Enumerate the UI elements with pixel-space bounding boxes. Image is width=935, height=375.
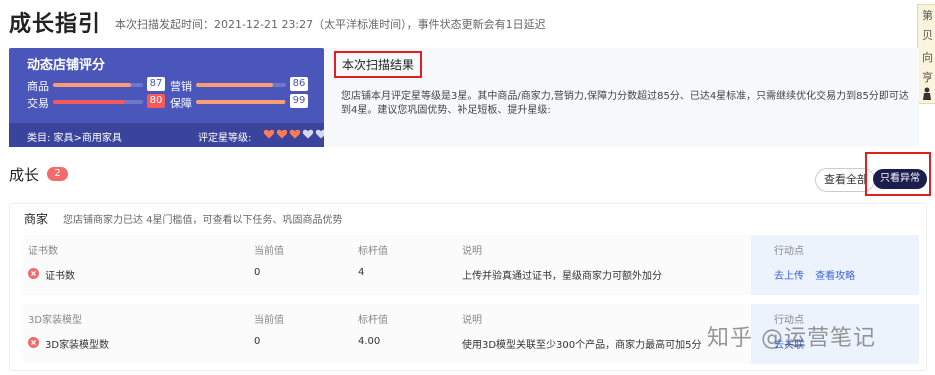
scan-result-text: 您店铺本月评定星等级是3星。其中商品/商家力,营销力,保障力分数超过85分、已达…: [341, 91, 909, 116]
scan-info-text: 本次扫描发起时间：2021-12-21 23:27（太平洋标准时间），事件状态更…: [115, 18, 546, 31]
current-value: 0: [254, 267, 261, 278]
metric-bar-fill: [53, 100, 125, 104]
metric-bar-fill: [196, 83, 274, 87]
metric-bar: [53, 100, 143, 104]
score-card-title: 动态店铺评分: [27, 58, 106, 73]
metric-value: 86: [290, 77, 308, 91]
task-table-certificates: 证书数 当前值 标杆值 说明 行动点 证书数 0 4 上传并验真通过证书，星级商…: [23, 235, 919, 295]
person-icon: [922, 87, 932, 104]
metric-value: 80: [147, 94, 165, 108]
column-header-action: 行动点: [774, 246, 804, 257]
dynamic-store-score-card: 动态店铺评分 商品 87 营销 86 交易 80 保障 99 类目: 家具>商用…: [9, 48, 327, 147]
growth-title: 成长: [9, 166, 40, 184]
growth-count-badge: 2: [47, 167, 68, 181]
task-name: 3D家装模型数: [45, 340, 110, 351]
section-title: 商家: [24, 212, 49, 226]
growth-header: 成长 2 查看全部: [0, 160, 935, 192]
metric-bar-fill: [53, 83, 132, 87]
column-header-current: 当前值: [254, 246, 284, 257]
category-text: 类目: 家具>商用家具: [27, 133, 122, 144]
metric-label: 营销: [170, 80, 192, 93]
metric-value: 87: [147, 77, 165, 91]
column-header-description: 说明: [462, 246, 482, 257]
metric-bar-fill: [196, 100, 286, 104]
action-links: 去关联: [774, 336, 812, 351]
side-panel-text-3: 向: [922, 51, 933, 64]
column-header-task: 3D家装模型: [28, 315, 83, 326]
score-card-footer: 类目: 家具>商用家具 评定星等级:: [9, 123, 327, 147]
page-title: 成长指引: [9, 12, 102, 37]
benchmark-value: 4.00: [358, 336, 381, 347]
column-header-current: 当前值: [254, 315, 284, 326]
column-header-action: 行动点: [774, 315, 804, 326]
metric-bar: [196, 83, 286, 87]
heart-filled-icon: [289, 129, 301, 139]
benchmark-value: 4: [358, 267, 365, 278]
column-header-benchmark: 标杆值: [358, 246, 388, 257]
side-panel-text-1: 第: [922, 9, 933, 22]
current-value: 0: [254, 336, 261, 347]
scan-result-panel: 本次扫描结果 您店铺本月评定星等级是3星。其中商品/商家力,营销力,保障力分数超…: [324, 48, 919, 147]
side-panel-text-4: 亨: [922, 71, 933, 84]
metric-bar: [196, 100, 286, 104]
metric-label: 保障: [170, 97, 192, 110]
merchant-section: 商家 您店铺商家力已达 4星门槛值，可查看以下任务、巩固商品优势 证书数 当前值…: [9, 203, 927, 371]
only-abnormal-button[interactable]: 只看异常: [873, 169, 927, 189]
star-rating: [263, 128, 327, 140]
task-name: 证书数: [45, 271, 75, 282]
link-associate[interactable]: 去关联: [774, 340, 804, 351]
error-icon: [28, 337, 39, 348]
action-links: 去上传 查看攻略: [774, 267, 863, 282]
task-description: 使用3D模型关联至少300个产品，商家力最高可加5分: [462, 340, 702, 351]
view-guide-link[interactable]: 查看攻略: [815, 271, 855, 282]
grade-label: 评定星等级:: [198, 133, 252, 144]
heart-empty-icon: [302, 129, 314, 139]
task-table-3d-models: 3D家装模型 当前值 标杆值 说明 行动点 3D家装模型数 0 4.00 使用3…: [23, 304, 919, 364]
metric-transaction: 交易 80: [27, 94, 165, 110]
metric-bar: [53, 83, 143, 87]
page-header: 成长指引 本次扫描发起时间：2021-12-21 23:27（太平洋标准时间），…: [0, 0, 935, 44]
heart-filled-icon: [276, 129, 288, 139]
metric-product: 商品 87: [27, 77, 165, 93]
metric-marketing: 营销 86: [170, 77, 308, 93]
heart-filled-icon: [263, 129, 275, 139]
column-header-description: 说明: [462, 315, 482, 326]
task-description: 上传并验真通过证书，星级商家力可额外加分: [462, 271, 662, 282]
upload-link[interactable]: 去上传: [774, 271, 804, 282]
metric-label: 商品: [27, 80, 49, 93]
metric-label: 交易: [27, 97, 49, 110]
section-description: 您店铺商家力已达 4星门槛值，可查看以下任务、巩固商品优势: [63, 215, 343, 226]
metric-value: 99: [290, 94, 308, 108]
side-panel-text-2: 贝: [922, 29, 933, 42]
column-header-task: 证书数: [28, 246, 58, 257]
metric-guarantee: 保障 99: [170, 94, 308, 110]
column-header-benchmark: 标杆值: [358, 315, 388, 326]
scan-result-label: 本次扫描结果: [334, 51, 423, 78]
side-float-panel[interactable]: 第 贝 向 亨: [917, 4, 935, 104]
error-icon: [28, 268, 39, 279]
